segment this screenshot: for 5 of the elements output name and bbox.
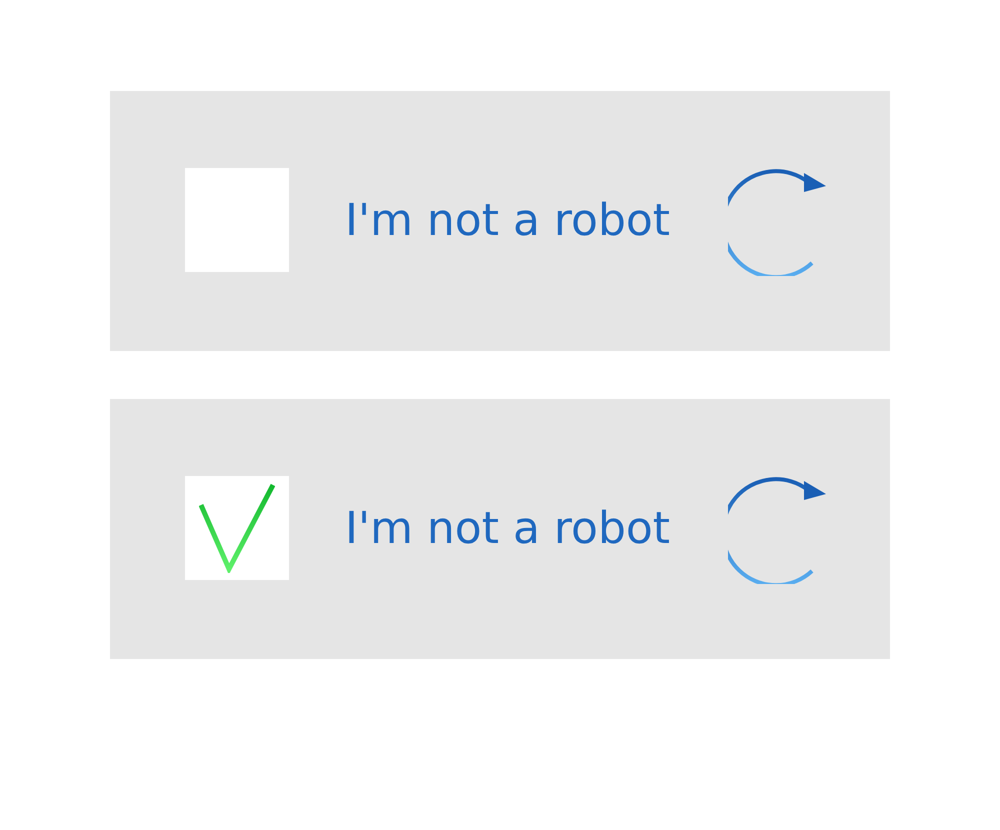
checkbox[interactable] [185, 476, 289, 580]
checkbox[interactable] [185, 168, 289, 272]
captcha-label: I'm not a robot [345, 194, 672, 246]
captcha-label: I'm not a robot [345, 502, 672, 554]
check-icon [199, 483, 275, 573]
